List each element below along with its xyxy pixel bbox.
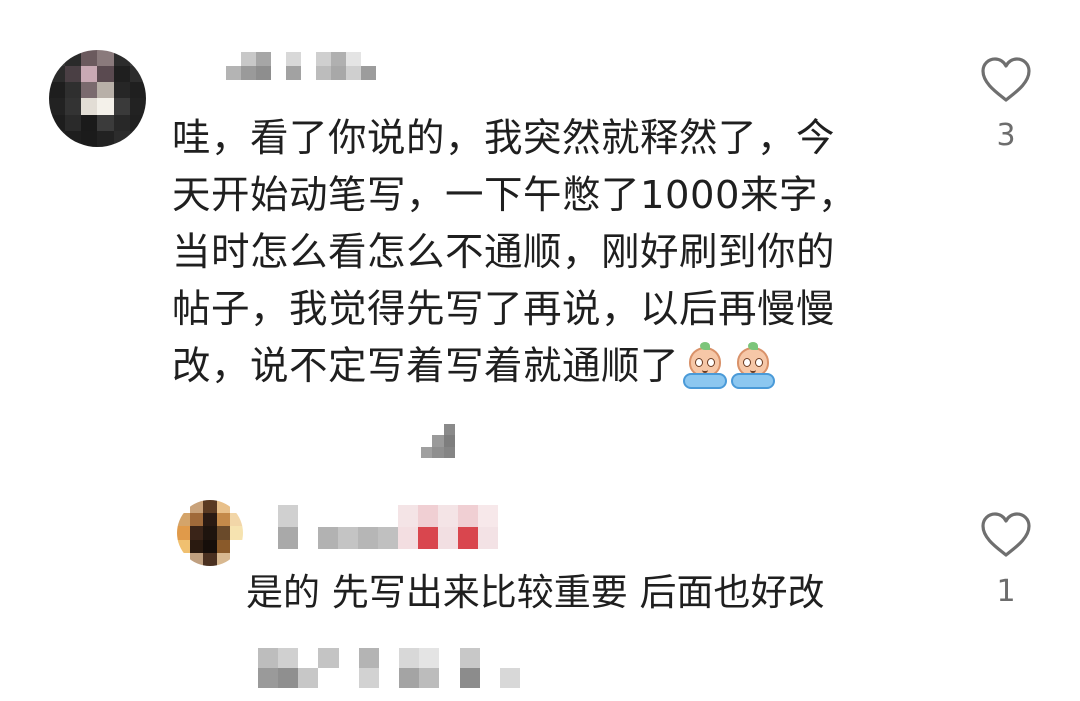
like-heart-icon[interactable]	[979, 56, 1033, 104]
comment-line: 改，说不定写着写着就通顺了	[172, 344, 680, 389]
emoji-group	[683, 342, 776, 389]
reply-username-blurred[interactable]	[258, 505, 538, 549]
comment-meta-blurred	[421, 424, 455, 458]
reply-meta-blurred	[258, 648, 520, 688]
like-heart-icon[interactable]	[979, 511, 1033, 559]
comment-body: 哇，看了你说的，我突然就释然了，今 天开始动笔写，一下午憋了1000来字， 当时…	[172, 110, 932, 395]
comment-line: 天开始动笔写，一下午憋了1000来字，	[172, 173, 857, 218]
comment-line: 帖子，我觉得先写了再说，以后再慢慢	[172, 287, 836, 332]
comment-line: 哇，看了你说的，我突然就释然了，今	[172, 116, 836, 161]
comment-line-last: 改，说不定写着写着就通顺了	[172, 338, 932, 395]
crying-face-emoji	[683, 342, 728, 389]
commenter-avatar[interactable]	[49, 50, 146, 147]
like-count: 1	[996, 574, 1016, 609]
commenter-username-blurred[interactable]	[226, 52, 376, 80]
reply-avatar[interactable]	[177, 500, 243, 566]
comment-line: 当时怎么看怎么不通顺，刚好刷到你的	[172, 230, 836, 275]
crying-face-emoji	[731, 342, 776, 389]
like-count: 3	[996, 118, 1016, 153]
reply-body: 是的 先写出来比较重要 后面也好改	[246, 571, 825, 614]
